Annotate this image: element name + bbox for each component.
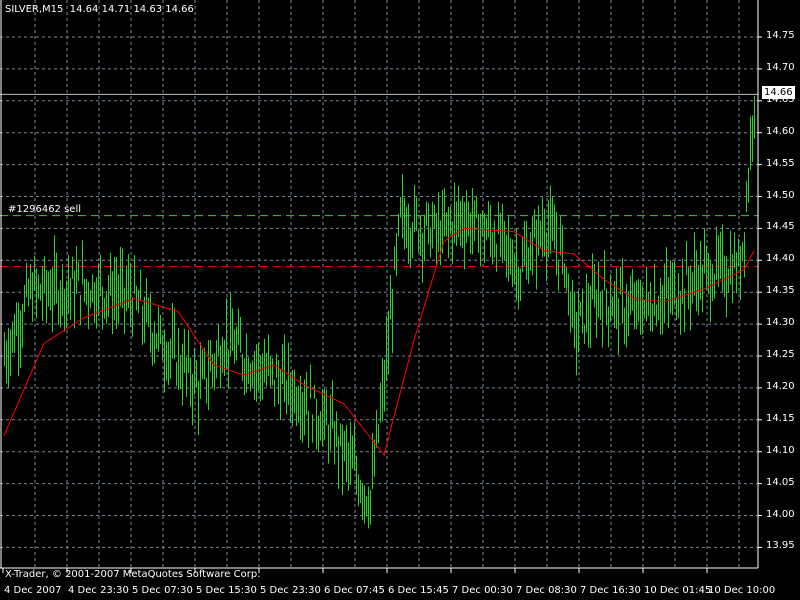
price-tick-label: 14.65 bbox=[766, 93, 795, 105]
level-lines bbox=[0, 93, 758, 268]
symbol-label: SILVER,M15 bbox=[5, 4, 64, 15]
price-tick-label: 14.20 bbox=[766, 380, 795, 392]
time-tick-label: 10 Dec 01:45 bbox=[644, 585, 712, 596]
price-tick-label: 14.60 bbox=[766, 125, 795, 137]
time-tick-label: 7 Dec 00:30 bbox=[452, 585, 513, 596]
grid bbox=[0, 0, 758, 568]
price-chart[interactable] bbox=[0, 0, 800, 600]
low-value: 14.63 bbox=[133, 4, 163, 15]
close-value: 14.66 bbox=[165, 4, 194, 15]
time-tick-label: 7 Dec 16:30 bbox=[580, 585, 641, 596]
time-tick-label: 4 Dec 2007 bbox=[4, 585, 62, 596]
price-tick-label: 14.00 bbox=[766, 508, 795, 520]
ohlc-bars bbox=[4, 95, 755, 529]
time-tick-label: 5 Dec 07:30 bbox=[132, 585, 193, 596]
price-tick-label: 14.15 bbox=[766, 412, 795, 424]
price-tick-label: 14.75 bbox=[766, 30, 795, 41]
time-tick-label: 5 Dec 23:30 bbox=[260, 585, 321, 596]
price-tick-label: 14.25 bbox=[766, 349, 795, 360]
price-tick-label: 14.10 bbox=[766, 444, 795, 456]
chart-title: SILVER,M15 14.64 14.71 14.63 14.66 bbox=[5, 4, 194, 15]
copyright-text: X-Trader, © 2001-2007 MetaQuotes Softwar… bbox=[5, 569, 261, 580]
time-tick-label: 7 Dec 08:30 bbox=[516, 585, 577, 596]
time-tick-label: 6 Dec 15:45 bbox=[388, 585, 449, 596]
price-tick-label: 13.95 bbox=[766, 540, 795, 552]
price-tick-label: 14.30 bbox=[766, 317, 795, 329]
price-tick-label: 14.50 bbox=[766, 189, 795, 201]
price-tick-label: 14.70 bbox=[766, 61, 795, 73]
time-tick-label: 6 Dec 07:45 bbox=[324, 585, 385, 596]
high-value: 14.71 bbox=[101, 4, 131, 15]
time-tick-label: 4 Dec 23:30 bbox=[68, 585, 129, 596]
open-value: 14.64 bbox=[69, 4, 99, 15]
time-tick-label: 5 Dec 15:30 bbox=[196, 585, 257, 596]
price-tick-label: 14.55 bbox=[766, 157, 795, 169]
price-tick-label: 14.35 bbox=[766, 285, 795, 297]
price-tick-label: 14.05 bbox=[766, 476, 795, 488]
time-tick-label: 10 Dec 10:00 bbox=[708, 585, 776, 596]
order-label[interactable]: #1296462 sell bbox=[8, 204, 81, 215]
price-tick-label: 14.45 bbox=[766, 221, 795, 233]
price-tick-label: 14.40 bbox=[766, 253, 795, 265]
